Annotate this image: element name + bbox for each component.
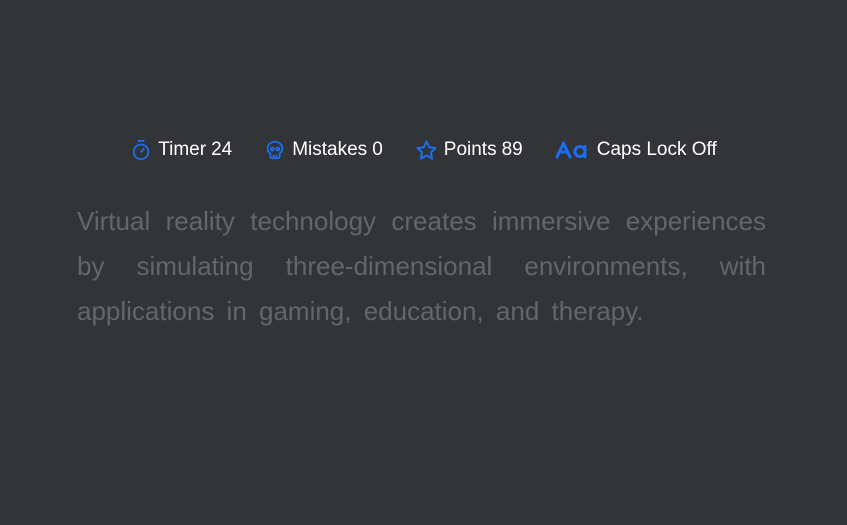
points-stat: Points 89	[415, 139, 523, 162]
stopwatch-icon	[130, 139, 152, 161]
caps-lock-stat: Caps Lock Off	[555, 139, 717, 161]
points-label: Points	[443, 139, 497, 160]
timer-value: 24	[211, 139, 233, 160]
caps-lock-status: Caps Lock Off	[596, 139, 717, 160]
mistakes-value: 0	[372, 139, 383, 160]
mistakes-stat: Mistakes 0	[264, 139, 383, 161]
star-icon	[415, 139, 438, 162]
letter-case-icon	[555, 140, 591, 160]
mistakes-label: Mistakes	[292, 139, 368, 160]
timer-stat: Timer 24	[130, 139, 232, 161]
points-value: 89	[501, 139, 523, 160]
stats-bar: Timer 24 Mistakes 0 Points 89 Caps Lock …	[0, 137, 847, 163]
timer-label: Timer	[158, 139, 207, 160]
skull-icon	[264, 139, 286, 161]
typing-text[interactable]: Virtual reality technology creates immer…	[77, 199, 766, 334]
